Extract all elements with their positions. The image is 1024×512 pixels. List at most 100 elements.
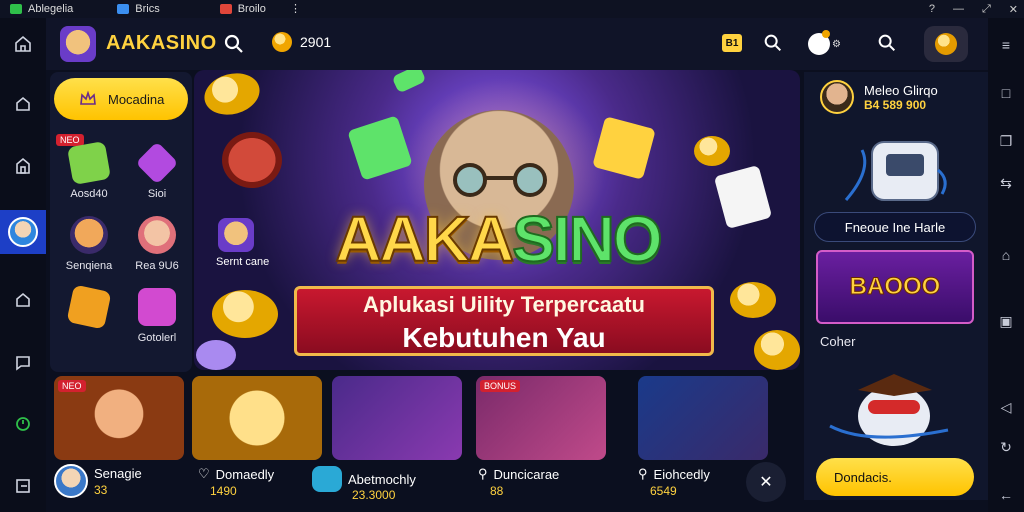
hero-banner[interactable]: Sernt cane AAKASINO Aplukasi Uility Terp… (194, 70, 800, 370)
rail-resize-icon[interactable]: ⇆ (988, 168, 1024, 198)
rail-copy-icon[interactable]: ❐ (988, 126, 1024, 156)
shield-icon (312, 466, 342, 492)
promo-user-balance: B4 589 900 (864, 97, 927, 112)
window-tab-label: Brics (135, 3, 160, 15)
orange-card-icon (66, 284, 112, 330)
category-item[interactable] (56, 284, 122, 360)
promo-game-card[interactable]: BAOOO (816, 250, 974, 324)
right-rail: ≡ □ ❐ ⇆ ⌂ ▣ ◁ ↻ ← (988, 18, 1024, 512)
app-icon (219, 4, 232, 14)
rail-exit-icon[interactable] (0, 466, 46, 506)
game-meta: Abetmochly 23.3000 (312, 466, 452, 502)
promo-user-name: Meleo Glirqo (864, 82, 938, 98)
mini-game-label: Sernt cane (216, 256, 270, 268)
app-header: AAKASINO 2901 B1 ⚙ (46, 18, 988, 70)
cat-mascot-icon (70, 216, 108, 254)
notification-toggle[interactable]: ⚙ (808, 30, 844, 56)
rail-house2-icon[interactable] (0, 280, 46, 320)
rail-chat-icon[interactable] (0, 342, 46, 382)
wallet-button[interactable] (924, 26, 968, 62)
promo-user[interactable]: Meleo Glirqo B4 589 900 (820, 80, 938, 114)
search-icon[interactable] (876, 32, 898, 54)
help-icon[interactable]: ? (929, 3, 935, 15)
heart-icon: ♡ (198, 466, 210, 481)
bear-character-icon (829, 374, 949, 446)
promo-section-label: Coher (820, 334, 856, 349)
gold-coin-icon (754, 330, 800, 370)
rail-house-icon[interactable] (0, 84, 46, 124)
window-menu-icon[interactable]: ⋮ (290, 2, 301, 15)
bonus-badge: BONUS (480, 380, 521, 392)
hero-tagline: Kebutuhen Yau (402, 322, 606, 353)
level-tag[interactable]: B1 (722, 34, 742, 52)
magenta-card-icon (138, 288, 176, 326)
window-tab-1[interactable]: Ablegelia (0, 0, 83, 18)
rail-profile[interactable] (0, 210, 46, 254)
promo-cta-button[interactable]: Dondacis. (816, 458, 974, 496)
balance-value: 2901 (300, 34, 332, 50)
gold-coin-icon (199, 70, 265, 121)
game-card[interactable] (192, 376, 322, 460)
rail-back-icon[interactable]: ← (988, 480, 1024, 510)
category-panel: Mocadina NEO Aosd40 Sioi Senqiena Rea 9U… (50, 72, 192, 372)
category-item[interactable]: Gotolerl (124, 288, 190, 360)
category-item[interactable]: Senqiena (56, 216, 122, 288)
coin-icon (935, 33, 957, 55)
game-card[interactable]: BONUS (476, 376, 606, 460)
rail-store-icon[interactable] (0, 146, 46, 186)
minimize-icon[interactable]: — (953, 3, 964, 15)
restore-icon[interactable]: ⤢ (982, 3, 991, 16)
hero-title-part2: SINO (511, 202, 663, 276)
category-item[interactable]: Rea 9U6 (124, 216, 190, 288)
rail-refresh-icon[interactable]: ↻ (988, 432, 1024, 462)
purple-gem-icon (135, 141, 179, 185)
game-title-text: Eiohcedly (653, 466, 710, 482)
game-title: ⚲ Duncicarae (478, 466, 618, 482)
promo-pill-button[interactable]: Fneoue Ine Harle (814, 212, 976, 242)
rail-home-icon[interactable]: ⌂ (988, 240, 1024, 270)
avatar[interactable] (54, 464, 88, 498)
window-tab-2[interactable]: Brics (107, 0, 169, 18)
window-titlebar: Ablegelia Brics Broilo ⋮ ? — ⤢ ✕ (0, 0, 1024, 18)
notification-dot-icon (822, 30, 830, 38)
playing-card-icon (713, 164, 773, 230)
game-card[interactable] (638, 376, 768, 460)
settings-icon: ⚙ (832, 38, 841, 50)
coin-balance[interactable]: 2901 (272, 32, 331, 52)
rail-volume-icon[interactable]: ◁ (988, 392, 1024, 422)
category-label: Aosd40 (70, 188, 108, 200)
category-primary-button[interactable]: Mocadina (54, 78, 188, 120)
pin-icon: ⚲ (478, 466, 488, 481)
search-icon[interactable] (222, 32, 246, 56)
hero-ribbon: Aplukasi Uility Terpercaatu Kebutuhen Ya… (294, 278, 714, 358)
rail-menu-icon[interactable]: ≡ (988, 30, 1024, 60)
rail-home-icon[interactable] (0, 24, 46, 64)
game-card[interactable]: NEO (54, 376, 184, 460)
logo-mascot-icon (60, 26, 96, 62)
close-icon[interactable]: ✕ (1009, 3, 1018, 16)
search-icon[interactable] (762, 32, 784, 54)
hero-title-part1: AAKA (334, 202, 515, 276)
game-value: 88 (490, 484, 504, 498)
gold-coin-icon (730, 282, 776, 318)
left-rail (0, 18, 46, 512)
rail-box-icon[interactable]: □ (988, 78, 1024, 108)
window-tab-3[interactable]: Broilo (210, 0, 276, 18)
rail-frame-icon[interactable]: ▣ (988, 306, 1024, 336)
pin-icon: ⚲ (638, 466, 648, 481)
gold-coin-icon (212, 290, 278, 338)
close-icon: ✕ (759, 474, 773, 491)
category-label: Senqiena (65, 260, 113, 272)
girl-avatar-icon (138, 216, 176, 254)
game-title-text: Duncicarae (493, 466, 560, 482)
game-card[interactable] (332, 376, 462, 460)
window-tab-label: Ablegelia (28, 3, 74, 15)
rail-power-icon[interactable] (0, 404, 46, 444)
category-item[interactable]: Aosd40 (56, 140, 122, 216)
promo-panel: Meleo Glirqo B4 589 900 Fneoue Ine Harle… (804, 72, 988, 500)
category-item[interactable]: Sioi (124, 141, 190, 216)
game-meta: ⚲ Duncicarae 88 (478, 466, 618, 498)
app-icon (10, 4, 22, 14)
close-fab-button[interactable]: ✕ (746, 462, 786, 502)
app-logo[interactable]: AAKASINO (106, 32, 217, 55)
